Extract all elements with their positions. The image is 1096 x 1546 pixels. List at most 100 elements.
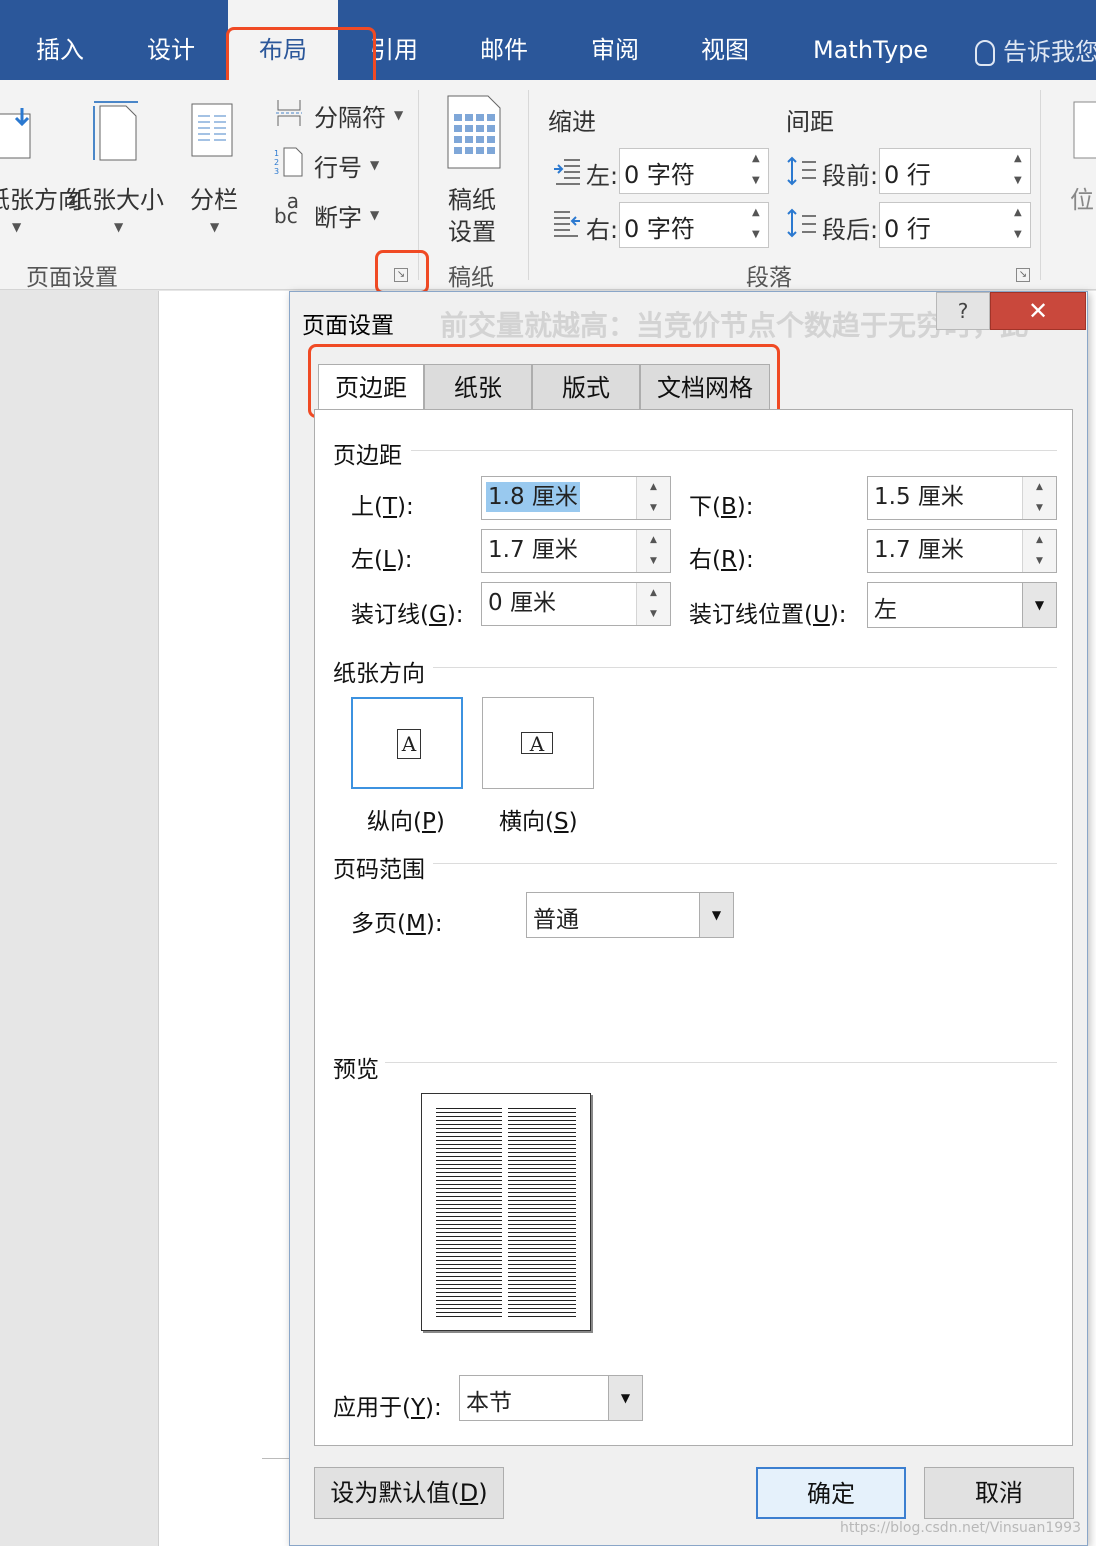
- spin-up-icon[interactable]: ▲: [1014, 207, 1024, 218]
- spin-down-icon[interactable]: ▼: [1014, 175, 1024, 186]
- preview-text-line: [436, 1164, 502, 1165]
- breaks-dropdown-icon[interactable]: ▼: [394, 108, 403, 122]
- landscape-option[interactable]: A: [482, 697, 594, 789]
- preview-text-line: [508, 1276, 576, 1277]
- breaks-button[interactable]: 分隔符: [314, 98, 386, 133]
- tab-design[interactable]: 设计: [147, 0, 195, 80]
- spin-down-icon[interactable]: ▼: [1023, 498, 1056, 519]
- line-numbers-button[interactable]: 行号: [314, 148, 362, 183]
- spin-down-icon[interactable]: ▼: [637, 498, 670, 519]
- preview-text-line: [436, 1156, 502, 1157]
- indent-left-value: 0 字符: [624, 161, 695, 189]
- paragraph-launcher-icon[interactable]: ↘: [1016, 268, 1030, 282]
- section-divider: [433, 863, 1057, 864]
- preview-text-line: [508, 1232, 576, 1233]
- gutter-input[interactable]: 0 厘米 ▲ ▼: [481, 582, 671, 626]
- bottom-margin-input[interactable]: 1.5 厘米 ▲ ▼: [867, 476, 1057, 520]
- spin-down-icon[interactable]: ▼: [1023, 551, 1056, 572]
- tab-view[interactable]: 视图: [701, 0, 749, 80]
- columns-icon: [190, 102, 236, 160]
- right-margin-input[interactable]: 1.7 厘米 ▲ ▼: [867, 529, 1057, 573]
- preview-text-line: [436, 1288, 502, 1289]
- position-button[interactable]: 位: [1070, 180, 1094, 215]
- tab-insert[interactable]: 插入: [36, 0, 84, 80]
- spin-down-icon[interactable]: ▼: [637, 604, 670, 625]
- hyphenation-button[interactable]: 断字: [314, 198, 362, 233]
- landscape-label: 横向(S): [499, 802, 578, 836]
- spin-up-icon[interactable]: ▲: [637, 583, 670, 604]
- right-margin-spinner[interactable]: ▲ ▼: [1022, 530, 1056, 572]
- tab-mailings[interactable]: 邮件: [480, 0, 528, 80]
- spin-up-icon[interactable]: ▲: [637, 530, 670, 551]
- spin-down-icon[interactable]: ▼: [637, 551, 670, 572]
- orientation-dropdown-icon[interactable]: ▼: [12, 220, 21, 234]
- line-numbers-dropdown-icon[interactable]: ▼: [370, 158, 379, 172]
- ribbon-layout: 纸张方向 ▼ 纸张大小 ▼ 分栏 ▼ 分隔符 ▼ 123 行号 ▼ abc 断字…: [0, 80, 1096, 291]
- manuscript-setup-line2[interactable]: 设置: [448, 212, 496, 247]
- preview-text-line: [436, 1192, 502, 1193]
- gutter-position-select[interactable]: 左 ▼: [867, 582, 1057, 628]
- cancel-button[interactable]: 取消: [924, 1467, 1074, 1519]
- indent-left-input[interactable]: 0 字符 ▲ ▼: [619, 148, 769, 194]
- gutter-pos-access-key: U: [812, 602, 830, 628]
- preview-text-line: [436, 1216, 502, 1217]
- multiple-pages-select[interactable]: 普通 ▼: [526, 892, 734, 938]
- preview-text-line: [508, 1268, 576, 1269]
- spin-up-icon[interactable]: ▲: [1023, 477, 1056, 498]
- chevron-down-icon[interactable]: ▼: [1022, 583, 1056, 627]
- spin-up-icon[interactable]: ▲: [752, 207, 762, 218]
- spin-up-icon[interactable]: ▲: [637, 477, 670, 498]
- hyphenation-icon: a bc: [274, 189, 299, 228]
- spin-down-icon[interactable]: ▼: [752, 229, 762, 240]
- indent-right-input[interactable]: 0 字符 ▲ ▼: [619, 202, 769, 248]
- spin-up-icon[interactable]: ▲: [1023, 530, 1056, 551]
- page-preview: [421, 1093, 591, 1331]
- space-after-input[interactable]: 0 行 ▲ ▼: [879, 202, 1031, 248]
- apply-to-select[interactable]: 本节 ▼: [459, 1375, 643, 1421]
- left-margin-spinner[interactable]: ▲ ▼: [636, 530, 670, 572]
- chevron-down-icon[interactable]: ▼: [608, 1376, 642, 1420]
- gutter-position-label: 装订线位置(U):: [689, 595, 847, 629]
- top-margin-input[interactable]: 1.8 厘米 ▲ ▼: [481, 476, 671, 520]
- right-label-text: 右(: [689, 547, 721, 573]
- columns-button[interactable]: 分栏: [190, 180, 238, 215]
- preview-text-line: [508, 1140, 576, 1141]
- left-margin-input[interactable]: 1.7 厘米 ▲ ▼: [481, 529, 671, 573]
- manuscript-setup-line1[interactable]: 稿纸: [448, 180, 496, 215]
- gutter-spinner[interactable]: ▲ ▼: [636, 583, 670, 625]
- spin-down-icon[interactable]: ▼: [752, 175, 762, 186]
- portrait-option[interactable]: A: [351, 697, 463, 789]
- paper-size-button[interactable]: 纸张大小: [68, 180, 164, 215]
- top-margin-spinner[interactable]: ▲ ▼: [636, 477, 670, 519]
- dialog-title-bar[interactable]: 前交量就越高：当竞价节点个数趋于无穷时，此 页面设置 ? ✕: [290, 292, 1087, 344]
- preview-text-line: [436, 1268, 502, 1269]
- preview-text-line: [508, 1200, 576, 1201]
- spin-down-icon[interactable]: ▼: [1014, 229, 1024, 240]
- preview-text-line: [508, 1196, 576, 1197]
- preview-text-line: [508, 1212, 576, 1213]
- close-button[interactable]: ✕: [990, 292, 1086, 330]
- preview-text-line: [508, 1264, 576, 1265]
- gutter-label-close: ):: [446, 602, 464, 628]
- help-button[interactable]: ?: [936, 292, 990, 330]
- chevron-down-icon[interactable]: ▼: [699, 893, 733, 937]
- paper-size-dropdown-icon[interactable]: ▼: [114, 220, 123, 234]
- hyphenation-dropdown-icon[interactable]: ▼: [370, 208, 379, 222]
- preview-text-line: [508, 1244, 576, 1245]
- top-margin-label: 上(T):: [351, 487, 414, 521]
- space-before-input[interactable]: 0 行 ▲ ▼: [879, 148, 1031, 194]
- preview-text-line: [508, 1124, 576, 1125]
- tab-mathtype[interactable]: MathType: [813, 0, 928, 80]
- tab-review[interactable]: 审阅: [591, 0, 639, 80]
- bottom-margin-spinner[interactable]: ▲ ▼: [1022, 477, 1056, 519]
- preview-text-line: [508, 1160, 576, 1161]
- indent-right-label: 右:: [586, 216, 619, 244]
- spin-up-icon[interactable]: ▲: [752, 153, 762, 164]
- multiple-pages-access-key: M: [405, 911, 426, 937]
- columns-dropdown-icon[interactable]: ▼: [210, 220, 219, 234]
- spin-up-icon[interactable]: ▲: [1014, 153, 1024, 164]
- set-default-button[interactable]: 设为默认值(D): [314, 1467, 504, 1519]
- ok-button[interactable]: 确定: [756, 1467, 906, 1519]
- right-margin-label: 右(R):: [689, 540, 754, 574]
- tell-me-box[interactable]: 告诉我您: [975, 32, 1096, 67]
